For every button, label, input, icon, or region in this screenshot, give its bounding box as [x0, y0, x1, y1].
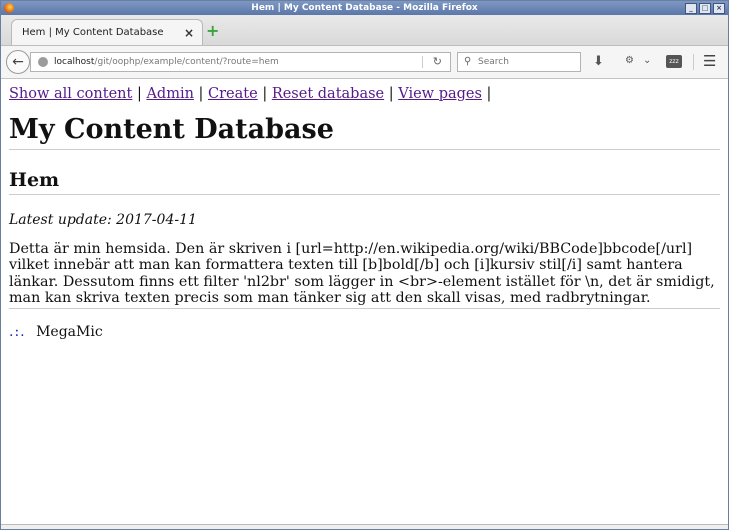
close-window-icon[interactable]: × — [713, 3, 725, 14]
page-content: Show all content | Admin | Create | Rese… — [1, 79, 728, 529]
link-create[interactable]: Create — [208, 86, 258, 102]
globe-icon — [38, 57, 48, 67]
back-arrow-icon: ← — [12, 54, 24, 70]
developer-icon[interactable]: ⚙ — [625, 55, 634, 66]
reload-icon[interactable]: ↻ — [433, 53, 442, 71]
search-input[interactable] — [478, 54, 576, 70]
search-bar[interactable]: ⚲ — [457, 52, 581, 72]
new-tab-icon[interactable]: + — [206, 23, 220, 39]
link-view-pages[interactable]: View pages — [398, 86, 482, 102]
page-subtitle: Hem — [9, 168, 720, 195]
url-bar[interactable]: localhost/git/oophp/example/content/?rou… — [30, 52, 451, 72]
last-updated: Latest update: 2017-04-11 — [9, 212, 197, 228]
maximize-icon[interactable]: □ — [699, 3, 711, 14]
page-body: Detta är min hemsida. Den är skriven i [… — [9, 241, 720, 310]
nav-separator: | — [388, 86, 394, 102]
tab-label: Hem | My Content Database — [22, 27, 164, 38]
link-admin[interactable]: Admin — [146, 86, 193, 102]
tab-hem[interactable]: Hem | My Content Database × — [11, 19, 203, 45]
footer: .:. MegaMic — [9, 323, 720, 341]
footer-dots: .:. — [9, 324, 26, 341]
navigation-bar: ← localhost/git/oophp/example/content/?r… — [1, 46, 728, 79]
page-title: My Content Database — [9, 113, 720, 150]
toolbar-divider — [693, 54, 694, 70]
url-text: localhost/git/oophp/example/content/?rou… — [54, 53, 279, 71]
content-nav: Show all content | Admin | Create | Rese… — [9, 85, 720, 103]
search-icon: ⚲ — [464, 56, 472, 67]
status-bar — [1, 524, 728, 529]
url-path: /git/oophp/example/content/?route=hem — [94, 57, 279, 67]
nav-separator: | — [136, 86, 142, 102]
back-button[interactable]: ← — [6, 50, 30, 74]
sleep-icon[interactable]: zzz — [666, 55, 682, 68]
browser-window: Hem | My Content Database - Mozilla Fire… — [0, 0, 729, 530]
tab-close-icon[interactable]: × — [184, 20, 194, 46]
nav-separator: | — [262, 86, 268, 102]
nav-separator: | — [198, 86, 204, 102]
link-show-all-content[interactable]: Show all content — [9, 86, 132, 102]
firefox-icon — [4, 3, 14, 13]
footer-text: MegaMic — [36, 324, 103, 341]
minimize-icon[interactable]: _ — [685, 3, 697, 14]
tab-strip: Hem | My Content Database × + — [1, 15, 728, 46]
url-host: localhost — [54, 57, 95, 67]
window-title: Hem | My Content Database - Mozilla Fire… — [251, 3, 478, 13]
window-controls: _ □ × — [685, 3, 725, 14]
download-icon[interactable]: ⬇ — [593, 54, 604, 69]
title-bar: Hem | My Content Database - Mozilla Fire… — [1, 1, 728, 15]
url-separator — [422, 56, 423, 68]
chevron-down-icon[interactable]: ⌄ — [643, 55, 651, 66]
link-reset-database[interactable]: Reset database — [272, 86, 384, 102]
menu-icon[interactable]: ☰ — [703, 52, 716, 70]
nav-separator: | — [486, 86, 492, 102]
